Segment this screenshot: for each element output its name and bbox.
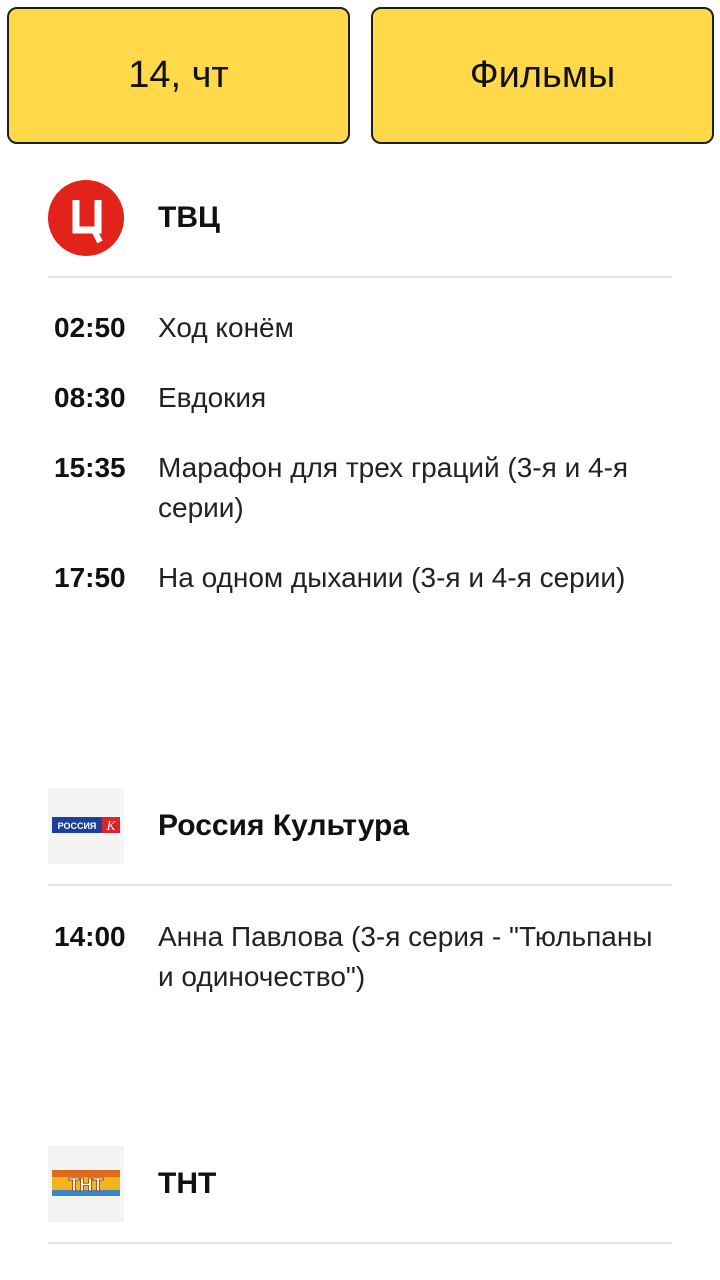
tvc-logo-icon	[48, 180, 124, 256]
channel-name: ТНТ	[158, 1167, 217, 1200]
program-row[interactable]: 02:50 Ход конём	[48, 308, 672, 348]
program-time: 14:00	[54, 921, 126, 952]
program-row[interactable]: 08:30 Евдокия	[48, 378, 672, 418]
program-time: 02:50	[54, 312, 126, 343]
program-title: Ход конём	[158, 312, 294, 343]
russia-kultura-logo-icon: РОССИЯ К	[48, 788, 124, 864]
program-time: 17:50	[54, 562, 126, 593]
logo-letter: К	[106, 818, 117, 833]
channel-header-tvc[interactable]: ТВЦ	[48, 180, 672, 258]
logo-text: РОССИЯ	[58, 821, 97, 831]
logo-text: ТНТ	[69, 1175, 104, 1195]
date-filter-label: 14, чт	[128, 54, 229, 96]
program-title: Евдокия	[158, 382, 267, 413]
program-time: 08:30	[54, 382, 126, 413]
program-title: На одном дыхании (3-я и 4-я серии)	[158, 562, 626, 593]
program-row[interactable]: 15:35 Марафон для трех граций (3-я и 4-я…	[48, 448, 672, 528]
program-time: 15:35	[54, 452, 126, 483]
divider	[48, 276, 672, 278]
tnt-logo-icon: ТНТ	[48, 1146, 124, 1222]
program-title: Анна Павлова (3-я серия - "Тюльпаны и од…	[158, 921, 653, 992]
genre-filter-label: Фильмы	[469, 54, 616, 96]
genre-filter-button[interactable]: Фильмы	[371, 7, 714, 144]
divider	[48, 884, 672, 886]
filter-bar: 14, чт Фильмы	[0, 0, 720, 160]
channel-header-russia-kultura[interactable]: РОССИЯ К Россия Культура	[48, 788, 672, 866]
date-filter-button[interactable]: 14, чт	[7, 7, 350, 144]
program-row[interactable]: 17:50 На одном дыхании (3-я и 4-я серии)	[48, 558, 672, 638]
channel-header-tnt[interactable]: ТНТ ТНТ	[48, 1146, 672, 1224]
program-row[interactable]: 14:00 Анна Павлова (3-я серия - "Тюльпан…	[48, 917, 672, 997]
channel-name: ТВЦ	[158, 201, 220, 234]
channel-name: Россия Культура	[158, 809, 410, 842]
divider	[48, 1242, 672, 1244]
program-title: Марафон для трех граций (3-я и 4-я серии…	[158, 452, 629, 523]
